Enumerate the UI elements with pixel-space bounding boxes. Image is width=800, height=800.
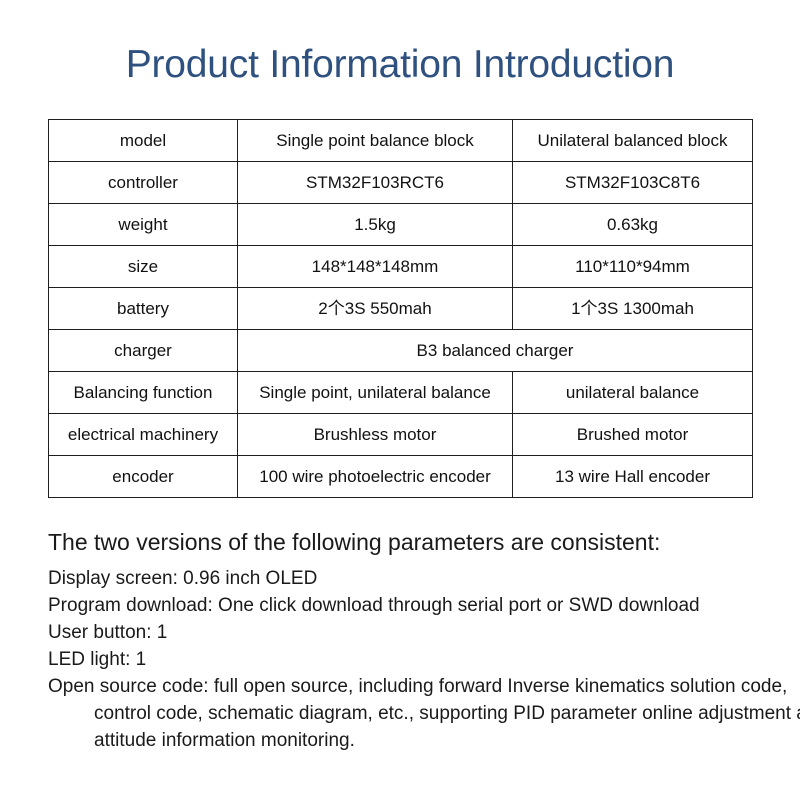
spec-value-cell-b: STM32F103C8T6 [512,161,753,204]
spec-value-cell-b: 13 wire Hall encoder [512,455,753,498]
page-title: Product Information Introduction [125,43,675,86]
table-row: Balancing function Single point, unilater… [48,371,753,414]
table-row: electrical machinery Brushless motor Brush… [48,413,753,456]
table-row: encoder 100 wire photoelectric encoder 13 … [48,455,753,498]
table-row: model Single point balance block Unilatera… [48,119,753,162]
spec-value-cell-a: Brushless motor [237,413,513,456]
spec-label-cell: charger [48,329,238,372]
shared-parameter-line: Program download: One click download thr… [48,595,700,616]
spec-value-cell-b: Brushed motor [512,413,753,456]
spec-value-cell-a: B3 balanced charger [237,329,753,372]
table-row: weight 1.5kg 0.63kg [48,203,753,246]
spec-value-cell-a: STM32F103RCT6 [237,161,513,204]
table-row: size 148*148*148mm 110*110*94mm [48,245,753,288]
spec-value-cell-b: 110*110*94mm [512,245,753,288]
spec-label-cell: size [48,245,238,288]
spec-label-cell: model [48,119,238,162]
table-row: battery 2个3S 550mah 1个3S 1300mah [48,287,753,330]
shared-parameter-line: Display screen: 0.96 inch OLED [48,568,318,589]
spec-label-cell: weight [48,203,238,246]
shared-parameter-line: User button: 1 [48,622,168,643]
spec-value-cell-b: 0.63kg [512,203,753,246]
spec-label-cell: encoder [48,455,238,498]
shared-parameter-line: LED light: 1 [48,649,147,670]
spec-value-cell-b: 1个3S 1300mah [512,287,753,330]
spec-value-cell-a: 148*148*148mm [237,245,513,288]
spec-label-cell: controller [48,161,238,204]
spec-label-cell: Balancing function [48,371,238,414]
spec-value-cell-b: Unilateral balanced block [512,119,753,162]
product-info-page: Product Information Introduction model Si… [0,0,800,800]
spec-label-cell: electrical machinery [48,413,238,456]
spec-value-cell-a: 2个3S 550mah [237,287,513,330]
spec-value-cell-a: 100 wire photoelectric encoder [237,455,513,498]
spec-value-cell-b: unilateral balance [512,371,753,414]
table-row: charger B3 balanced charger [48,329,753,372]
spec-label-cell: battery [48,287,238,330]
specification-table-body: model Single point balance block Unilatera… [48,119,753,498]
table-row: controller STM32F103RCT6 STM32F103C8T6 [48,161,753,204]
spec-value-cell-a: 1.5kg [237,203,513,246]
shared-parameters-list: Display screen: 0.96 inch OLED Program do… [48,565,800,754]
spec-value-cell-a: Single point, unilateral balance [237,371,513,414]
shared-parameters-section: The two versions of the following parame… [48,525,800,754]
specification-table: model Single point balance block Unilatera… [48,119,753,498]
spec-value-cell-a: Single point balance block [237,119,513,162]
shared-parameter-line: Open source code: full open source, incl… [48,676,800,751]
shared-parameters-heading: The two versions of the following parame… [48,529,661,555]
